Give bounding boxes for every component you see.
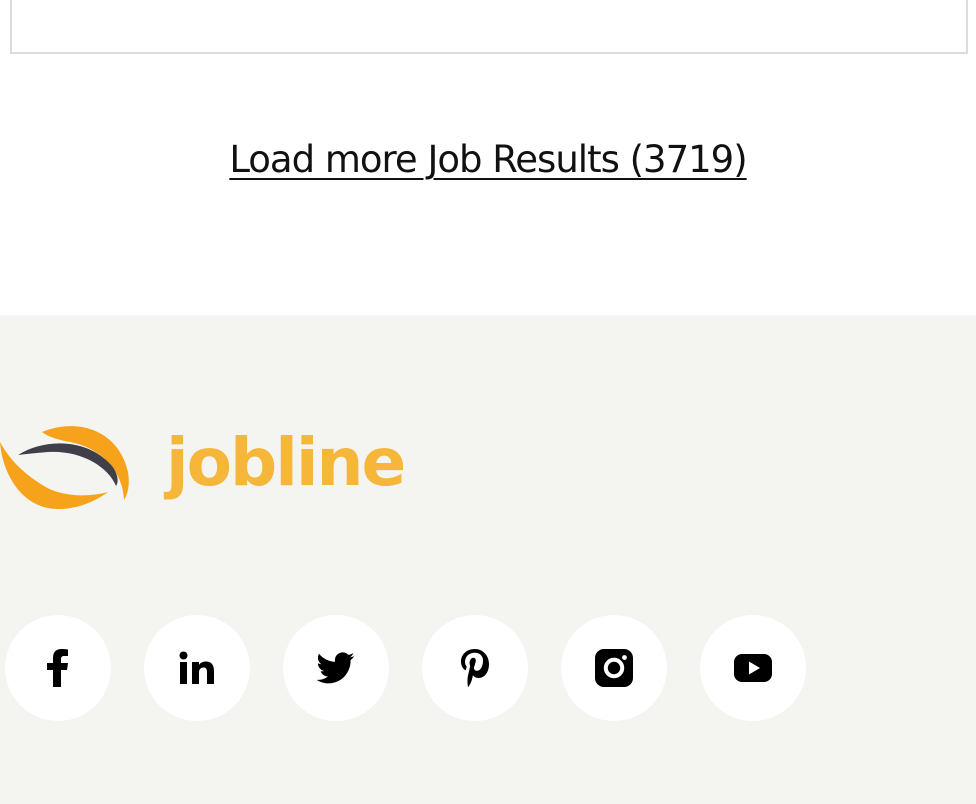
pinterest-icon xyxy=(461,649,489,687)
logo-swoosh-icon xyxy=(0,426,129,510)
linkedin-icon xyxy=(179,651,214,684)
footer: jobline xyxy=(0,315,976,804)
twitter-link[interactable] xyxy=(283,615,389,721)
facebook-icon xyxy=(47,649,68,687)
pinterest-link[interactable] xyxy=(422,615,528,721)
instagram-icon xyxy=(595,649,633,687)
load-more-button[interactable]: Load more Job Results (3719) xyxy=(229,138,747,181)
page: Load more Job Results (3719) jobline xyxy=(0,0,976,804)
logo-text: jobline xyxy=(166,424,406,501)
youtube-icon xyxy=(734,654,772,682)
facebook-link[interactable] xyxy=(5,615,111,721)
linkedin-link[interactable] xyxy=(144,615,250,721)
instagram-link[interactable] xyxy=(561,615,667,721)
load-more-container: Load more Job Results (3719) xyxy=(0,138,976,181)
twitter-icon xyxy=(317,652,355,684)
youtube-link[interactable] xyxy=(700,615,806,721)
job-results-card xyxy=(10,0,968,54)
jobline-logo[interactable]: jobline xyxy=(0,420,406,515)
